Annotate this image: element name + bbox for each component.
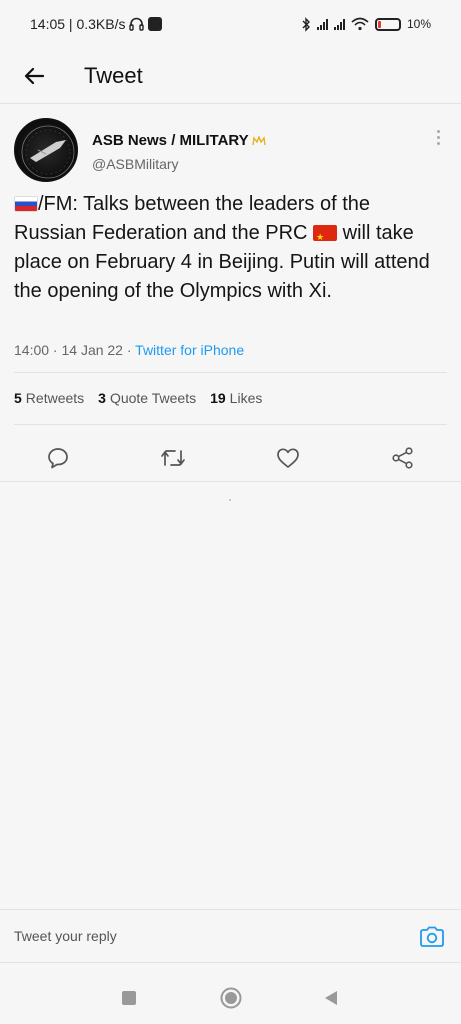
heart-icon bbox=[277, 448, 299, 468]
author-row: ASB News / MILITARY @ASBMilitary bbox=[0, 104, 461, 184]
loading-dot bbox=[229, 499, 231, 501]
share-icon bbox=[392, 447, 413, 469]
china-flag-icon bbox=[313, 225, 338, 241]
top-app-bar: Tweet bbox=[0, 48, 461, 104]
like-button[interactable] bbox=[274, 444, 302, 472]
back-nav-button[interactable] bbox=[319, 986, 343, 1010]
quote-tweets-stat[interactable]: 3 Quote Tweets bbox=[98, 390, 196, 406]
divider bbox=[0, 481, 461, 482]
reply-button[interactable] bbox=[44, 444, 72, 472]
reply-icon bbox=[48, 448, 68, 469]
tweet-source-link[interactable]: Twitter for iPhone bbox=[135, 342, 244, 358]
reply-bar bbox=[0, 909, 461, 963]
crown-icon bbox=[251, 135, 266, 145]
signal-icon-2 bbox=[333, 18, 345, 30]
camera-icon bbox=[420, 926, 444, 947]
battery-icon bbox=[374, 17, 401, 31]
bluetooth-icon bbox=[302, 16, 310, 32]
tweet-text: /FM: Talks between the leaders of the Ru… bbox=[14, 190, 434, 306]
divider bbox=[14, 372, 447, 373]
home-button[interactable] bbox=[219, 986, 243, 1010]
status-right: 10% bbox=[301, 16, 431, 32]
triangle-back-icon bbox=[325, 991, 337, 1005]
likes-stat[interactable]: 19 Likes bbox=[210, 390, 262, 406]
tweet-detail: ASB News / MILITARY @ASBMilitary /FM: Ta… bbox=[0, 104, 461, 469]
share-button[interactable] bbox=[389, 444, 417, 472]
status-time: 14:05 | 0.3KB/s bbox=[30, 16, 126, 32]
signal-icon bbox=[316, 18, 328, 30]
battery-percent: 10% bbox=[406, 17, 431, 31]
avatar-logo-icon bbox=[21, 125, 75, 179]
arrow-left-icon bbox=[24, 67, 44, 84]
tweet-timestamp: 14:00 · 14 Jan 22 · Twitter for iPhone bbox=[14, 342, 244, 358]
tweet-time: 14:00 · 14 Jan 22 · bbox=[14, 342, 136, 358]
avatar[interactable] bbox=[14, 118, 78, 182]
divider bbox=[14, 424, 447, 425]
back-button[interactable] bbox=[0, 48, 68, 104]
retweet-button[interactable] bbox=[159, 444, 187, 472]
author-name[interactable]: ASB News / MILITARY bbox=[92, 132, 249, 149]
app-notification-icon bbox=[148, 17, 163, 31]
status-bar: 14:05 | 0.3KB/s 10% bbox=[0, 0, 461, 48]
camera-button[interactable] bbox=[419, 926, 445, 948]
reply-input[interactable] bbox=[14, 928, 374, 944]
status-left: 14:05 | 0.3KB/s bbox=[30, 16, 163, 32]
russia-flag-icon bbox=[14, 196, 38, 212]
home-circle-icon bbox=[220, 987, 242, 1009]
retweet-icon bbox=[161, 450, 185, 466]
wifi-icon bbox=[351, 17, 369, 31]
more-options-icon[interactable] bbox=[435, 130, 441, 145]
retweets-stat[interactable]: 5 Retweets bbox=[14, 390, 84, 406]
tweet-stats: 5 Retweets 3 Quote Tweets 19 Likes bbox=[14, 390, 262, 406]
author-name-row: ASB News / MILITARY bbox=[92, 132, 266, 149]
headphones-icon bbox=[129, 17, 145, 31]
page-title: Tweet bbox=[84, 62, 143, 88]
author-handle[interactable]: @ASBMilitary bbox=[92, 156, 179, 172]
system-nav-bar bbox=[0, 972, 461, 1024]
tweet-actions bbox=[0, 438, 461, 478]
square-icon bbox=[122, 991, 136, 1005]
recents-button[interactable] bbox=[117, 986, 141, 1010]
